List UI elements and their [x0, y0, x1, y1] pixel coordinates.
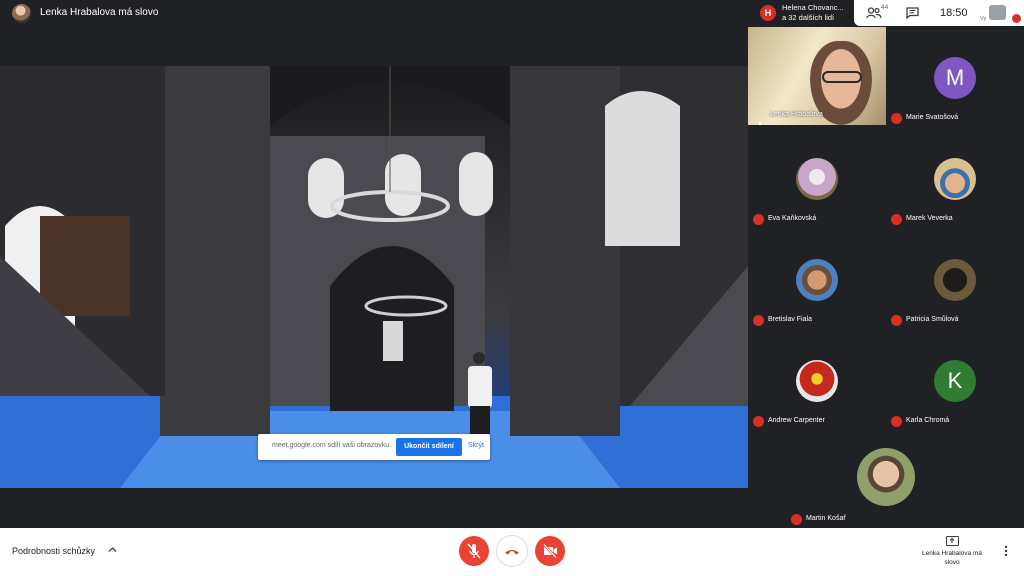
participant-tile-patricia-smulova[interactable]: Patricia Smůlová: [886, 229, 1024, 329]
more-options-button[interactable]: [1004, 545, 1008, 557]
mic-off-icon: [753, 214, 764, 225]
self-mic-off-icon: [1012, 14, 1021, 23]
top-bar: Lenka Hrabalova má slovo H Helena Chovan…: [0, 0, 1024, 26]
arrow-up-icon: [949, 537, 954, 543]
participant-tile-lenka-hrabalova[interactable]: Lenka Hrabalova: [748, 27, 886, 125]
participant-tile-eva-kankovska[interactable]: Eva Kaňkovská: [748, 128, 886, 228]
participant-tile-bretislav-fiala[interactable]: Bretislav Fiala: [748, 229, 886, 329]
participant-name: Andrew Carpenter: [768, 417, 825, 424]
chat-button[interactable]: [906, 6, 920, 20]
participant-name: Karla Chromá: [906, 417, 950, 424]
join-avatar: H: [760, 5, 776, 21]
join-notification: Helena Chovanc... a 32 dalších lidí: [782, 3, 844, 22]
people-count: 44: [881, 4, 889, 11]
meet-window: Lenka Hrabalova má slovo H Helena Chovan…: [0, 0, 1024, 576]
presentation-status-button[interactable]: Lenka Hrabalova má slovo: [922, 536, 982, 567]
stop-sharing-button[interactable]: Ukončit sdílení: [396, 438, 462, 456]
top-right-panel: 44 18:50 Vy: [854, 0, 1024, 26]
participant-tile-karla-chroma[interactable]: K Karla Chromá: [886, 330, 1024, 430]
mic-off-icon: [753, 416, 764, 427]
chevron-up-svg: [108, 547, 117, 552]
meeting-details-button[interactable]: Podrobnosti schůzky: [12, 546, 95, 556]
page-title: Lenka Hrabalova má slovo: [40, 7, 159, 18]
screen-share-notification: meet.google.com sdílí vaši obrazovku. Uk…: [258, 434, 490, 460]
present-screen-icon: [945, 536, 959, 546]
mosque-interior-image: [0, 66, 748, 488]
microphone-toggle-button[interactable]: [459, 536, 489, 566]
presentation-status-label: Lenka Hrabalova má slovo: [922, 550, 982, 566]
self-avatar[interactable]: [989, 5, 1006, 20]
participant-avatar: [796, 259, 838, 301]
chat-icon: [906, 7, 919, 20]
join-notification-area: H Helena Chovanc... a 32 dalších lidí: [756, 0, 856, 26]
participant-avatar: [796, 158, 838, 200]
bottom-control-bar: Podrobnosti schůzky Lenka Hrabalova má s…: [0, 528, 1024, 576]
participant-avatar: [796, 360, 838, 402]
speaking-indicator-icon: [756, 112, 766, 125]
participant-tile-martin-kosar[interactable]: Martin Košař: [786, 428, 986, 528]
leave-call-button[interactable]: [497, 536, 527, 566]
participant-avatar: [934, 158, 976, 200]
participant-avatar: M: [934, 57, 976, 99]
presenter-avatar: [12, 4, 31, 23]
participant-avatar: [934, 259, 976, 301]
participant-name: Eva Kaňkovská: [768, 215, 817, 222]
call-end-icon: [505, 550, 519, 555]
mic-off-icon: [467, 543, 481, 559]
participant-tile-marek-veverka[interactable]: Marek Veverka: [886, 128, 1024, 228]
participant-name: Patricia Smůlová: [906, 316, 959, 323]
more-vert-icon: [1004, 545, 1008, 557]
participant-name: Marie Svatošová: [906, 114, 959, 121]
participant-avatar: K: [934, 360, 976, 402]
screen-share-presentation: meet.google.com sdílí vaši obrazovku. Uk…: [0, 66, 748, 488]
participant-tile-marie-svatosova[interactable]: M Marie Svatošová: [886, 27, 1024, 127]
self-label: Vy: [980, 16, 987, 22]
camera-toggle-button[interactable]: [535, 536, 565, 566]
participant-avatar: [857, 448, 915, 506]
clock: 18:50: [940, 7, 968, 19]
mic-off-icon: [753, 315, 764, 326]
mic-off-icon: [891, 315, 902, 326]
participant-name: Martin Košař: [806, 515, 846, 522]
videocam-off-icon: [543, 543, 557, 559]
mic-off-icon: [891, 113, 902, 124]
mic-off-icon: [891, 214, 902, 225]
share-notification-text: meet.google.com sdílí vaši obrazovku.: [272, 442, 392, 449]
mic-off-icon: [891, 416, 902, 427]
participant-name: Lenka Hrabalova: [770, 111, 823, 118]
participant-name: Bretislav Fiala: [768, 316, 812, 323]
participant-name: Marek Veverka: [906, 215, 953, 222]
glasses-detail: [822, 71, 862, 83]
hide-notification-link[interactable]: Skrýt: [468, 442, 484, 449]
chevron-up-icon[interactable]: [108, 545, 117, 556]
participant-tile-andrew-carpenter[interactable]: Andrew Carpenter: [748, 330, 886, 430]
people-icon: [866, 7, 882, 19]
mic-off-icon: [791, 514, 802, 525]
